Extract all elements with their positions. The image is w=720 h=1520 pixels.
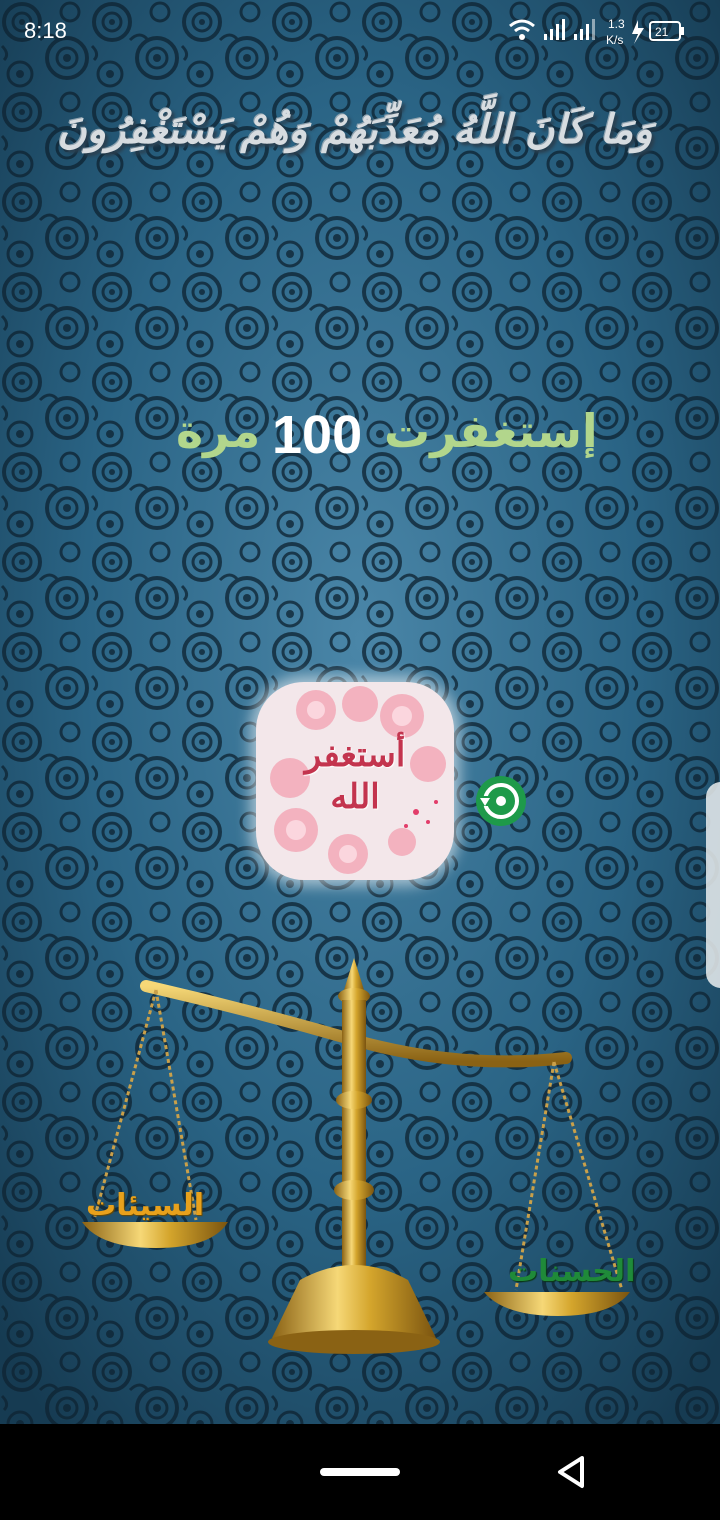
reset-button[interactable]: [476, 776, 526, 826]
net-speed-unit: K/s: [606, 33, 623, 47]
signal-icon-2: [574, 19, 595, 40]
counter-row: إستغفرت 100 مرة: [0, 398, 720, 478]
back-triangle-icon[interactable]: [552, 1452, 592, 1492]
quran-verse: وَمَا كَانَ اللَّهُ مُعَذِّبَهُمْ وَهُمْ…: [57, 106, 653, 153]
counter-prefix: إستغفرت: [384, 404, 598, 458]
counter-suffix: مرة: [176, 404, 261, 458]
reset-icon: [480, 783, 519, 819]
button-label-line1: أستغفر: [304, 735, 406, 775]
status-icons: 1.3 K/s 21: [509, 17, 684, 47]
battery-level: 21: [655, 25, 669, 39]
home-gesture-pill[interactable]: [320, 1468, 400, 1476]
charging-icon: [632, 20, 644, 44]
counter-value: 100: [272, 405, 363, 465]
good-deeds-pan-label: الحسنات: [508, 1254, 636, 1289]
battery-icon: 21: [649, 21, 684, 41]
net-speed-value: 1.3: [608, 17, 625, 31]
sins-pan-label: السيئات: [86, 1188, 204, 1223]
button-label: أستغفر الله: [256, 734, 454, 818]
app-screen: 8:18 1.3 K/s 21 وَمَا كَانَ اللَّهُ مُعَ…: [0, 0, 720, 1520]
balance-scale-image: [82, 958, 630, 1354]
status-bar: 8:18 1.3 K/s 21: [0, 0, 720, 64]
navigation-bar: [0, 1424, 720, 1520]
clock: 8:18: [24, 18, 67, 43]
signal-icon: [544, 19, 565, 40]
wifi-icon: [509, 19, 535, 40]
button-label-line2: الله: [330, 777, 380, 817]
istighfar-button[interactable]: أستغفر الله: [256, 682, 454, 880]
